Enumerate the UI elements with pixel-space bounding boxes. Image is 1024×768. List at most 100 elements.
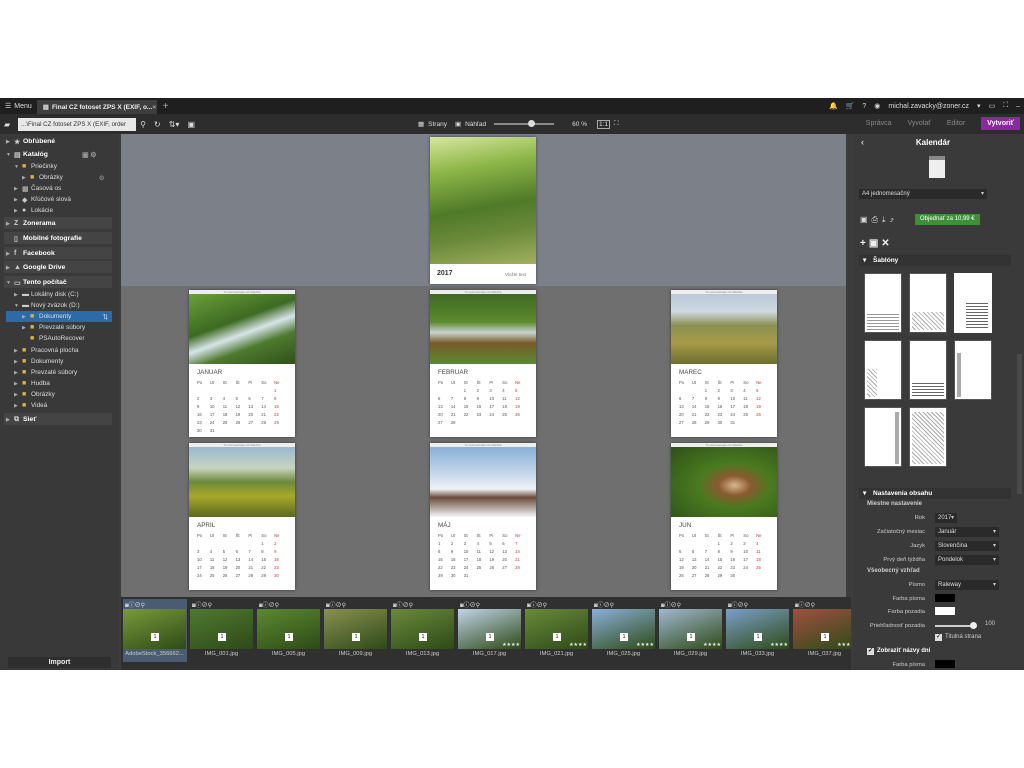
month-photo-3[interactable] <box>671 294 777 364</box>
nav-downloads-sub[interactable]: ▶ ■ Prevzaté súbory <box>22 322 85 333</box>
fullscreen-icon[interactable]: ⛶ <box>1003 102 1008 110</box>
document-tab[interactable]: ▦ Final CZ fotoset ZPS X (EXIF, o... × <box>36 100 157 114</box>
minimize-icon[interactable]: – <box>1016 103 1020 110</box>
mode-develop[interactable]: Vyvolať <box>907 120 930 127</box>
nav-timeline[interactable]: ▶ ▦ Časová os <box>14 183 61 194</box>
transparency-slider[interactable] <box>935 622 977 629</box>
nav-folder-pictures[interactable]: ▶ ■ Obrázky ⚙ <box>22 172 105 183</box>
month-photo-5[interactable] <box>430 447 536 517</box>
start-month-select[interactable]: Január <box>935 527 999 537</box>
nav-google-drive[interactable]: ▶ ▲ Google Drive <box>6 262 65 273</box>
template-5[interactable] <box>909 340 947 400</box>
first-day-select[interactable]: Pondelok <box>935 555 999 565</box>
transparency-slider-handle[interactable] <box>970 622 977 629</box>
close-tab-icon[interactable]: × <box>152 104 156 111</box>
gear-icon[interactable]: ⚙ <box>99 174 105 182</box>
catalog-settings-icon[interactable]: ▣ ⚙ <box>82 151 96 159</box>
thumb-image[interactable] <box>190 609 253 649</box>
thumb-image[interactable] <box>391 609 454 649</box>
pages-button[interactable]: Strany <box>428 121 447 128</box>
cart-icon[interactable]: 🛒 <box>846 102 855 110</box>
monitor-icon[interactable]: ▭ <box>989 102 996 110</box>
nav-locations[interactable]: ▶ ● Lokácie <box>14 205 53 216</box>
bg-color-swatch[interactable] <box>935 607 955 615</box>
template-4[interactable] <box>864 340 902 400</box>
title-page-checkbox[interactable]: ✓ Titulná strana <box>935 634 981 641</box>
search-icon[interactable]: ⚲ <box>140 120 146 129</box>
zoom-slider[interactable] <box>494 120 555 127</box>
nav-pictures[interactable]: ▶ ■ Obrázky <box>14 389 55 400</box>
filmstrip-thumb[interactable]: ◙ⓘ⊘⚲ 1 ★★★★ IMG_029.jpg <box>659 599 723 662</box>
import-button[interactable]: Import <box>8 657 111 668</box>
nav-zonerama[interactable]: ▶ Z Zonerama <box>6 218 55 229</box>
template-2[interactable] <box>909 273 947 333</box>
nav-desktop[interactable]: ▶ ■ Pracovná plocha <box>14 345 79 356</box>
nav-catalog[interactable]: ▼ ▤ Katalóg ▣ ⚙ <box>6 149 96 160</box>
nav-documents[interactable]: ▶ ■ Dokumenty <box>14 356 63 367</box>
nav-videos[interactable]: ▶ ■ Videá <box>14 400 47 411</box>
month-photo-4[interactable] <box>189 447 295 517</box>
panel-scrollbar[interactable] <box>1017 354 1022 494</box>
month-photo-1[interactable] <box>189 294 295 364</box>
templates-header[interactable]: ▾ Šablóny <box>859 255 1011 266</box>
bell-icon[interactable]: 🔔 <box>829 102 838 110</box>
nav-disk-c[interactable]: ▶ ▬ Lokálny disk (C:) <box>14 289 79 300</box>
content-settings-header[interactable]: ▾ Nastavenia obsahu <box>859 488 1011 499</box>
zoom-slider-handle[interactable] <box>528 120 536 127</box>
format-select[interactable]: A4 jednomesačný <box>859 189 987 199</box>
user-icon[interactable]: ◉ <box>874 102 880 110</box>
cover-text[interactable]: Vložte text <box>505 272 526 277</box>
fit-screen-icon[interactable]: ⛶ <box>614 120 619 128</box>
filmstrip-thumb[interactable]: ◙ⓘ⊘⚲ 1 ★★★★ IMG_033.jpg <box>726 599 790 662</box>
menu-button[interactable]: ☰ Menu <box>0 98 37 114</box>
template-6[interactable] <box>954 340 992 400</box>
help-icon[interactable]: ? <box>862 103 866 110</box>
month-photo-6[interactable] <box>671 447 777 517</box>
cover-page[interactable]: 2017 Vložte text <box>430 137 536 284</box>
filmstrip-thumb[interactable]: ◙ⓘ⊘⚲ 1 AdobeStock_356662... <box>123 599 187 662</box>
month-page-5[interactable]: Tu nezmestrujte nič dôležité MÁJ Po Ut St Š… <box>430 443 536 590</box>
thumb-image[interactable] <box>324 609 387 649</box>
nav-disk-d[interactable]: ▼ ▬ Nový zväzok (D:) <box>14 300 80 311</box>
language-select[interactable]: Slovenčina <box>935 541 999 551</box>
nav-network[interactable]: ▶ ⧉ Sieť <box>6 414 36 425</box>
fit-icon[interactable]: 1:1 <box>597 119 611 129</box>
month-page-3[interactable]: Tu nezmestrujte nič dôležité MAREC Po Ut S… <box>671 290 777 437</box>
font-color2-swatch[interactable] <box>935 660 955 668</box>
user-email[interactable]: michal.zavacky@zoner.cz <box>888 103 969 110</box>
sort-arrows-icon[interactable]: ⇅ <box>103 313 108 321</box>
font-color-swatch[interactable] <box>935 594 955 602</box>
nav-documents-selected[interactable]: ▶ ■ Dokumenty ⇅ <box>6 311 112 322</box>
filmstrip-thumb[interactable]: ◙ⓘ⊘⚲ 1 IMG_001.jpg <box>190 599 254 662</box>
show-days-checkbox[interactable]: ✓ Zobraziť názvy dní <box>867 648 930 655</box>
nav-facebook[interactable]: ▶ f Facebook <box>6 248 55 259</box>
font-select[interactable]: Raleway <box>935 580 999 590</box>
filmstrip-thumb[interactable]: ◙ⓘ⊘⚲ 1 IMG_013.jpg <box>391 599 455 662</box>
refresh-icon[interactable]: ↻ <box>154 120 161 129</box>
year-stepper[interactable]: 2017 <box>935 513 957 523</box>
nav-favorites[interactable]: ▶ ★ Obľúbené <box>6 136 55 147</box>
add-remove-icons[interactable]: +▣✕ <box>860 238 893 249</box>
filmstrip-thumb[interactable]: ◙ⓘ⊘⚲ 1 ★★★★ IMG_021.jpg <box>525 599 589 662</box>
nav-keywords[interactable]: ▶ ◆ Kľúčové slová <box>14 194 71 205</box>
nav-music[interactable]: ▶ ■ Hudba <box>14 378 50 389</box>
new-tab-icon[interactable]: + <box>163 101 169 112</box>
month-page-6[interactable]: Tu nezmestrujte nič dôležité JUN Po Ut St Š… <box>671 443 777 590</box>
template-1[interactable] <box>864 273 902 333</box>
save-print-icons[interactable]: ▣⎙⤓⤴ <box>860 215 898 225</box>
nav-folders[interactable]: ▼ ■ Priečinky <box>14 161 57 172</box>
filmstrip-thumb[interactable]: ◙ⓘ⊘⚲ 1 ★★★★ IMG_017.jpg <box>458 599 522 662</box>
thumb-image[interactable] <box>257 609 320 649</box>
template-3[interactable] <box>954 273 992 333</box>
cover-photo[interactable] <box>430 137 536 264</box>
nav-this-pc[interactable]: ▼ ▭ Tento počítač <box>6 277 67 288</box>
folder-browse-icon[interactable]: ▰ <box>4 120 10 129</box>
order-button[interactable]: Objednať za 10,99 € <box>915 214 980 225</box>
filmstrip-thumb[interactable]: ◙ⓘ⊘⚲ 1 ★★★★ IMG_025.jpg <box>592 599 656 662</box>
template-8[interactable] <box>909 407 947 467</box>
pages-icon[interactable]: ▦ <box>418 120 424 128</box>
nav-downloads[interactable]: ▶ ■ Prevzaté súbory <box>14 367 77 378</box>
preview-icon[interactable]: ▣ <box>455 120 461 128</box>
path-field[interactable]: ...\Final CZ fotoset ZPS X (EXIF, order <box>18 117 137 131</box>
month-page-4[interactable]: Tu nezmestrujte nič dôležité APRIL Po Ut S… <box>189 443 295 590</box>
